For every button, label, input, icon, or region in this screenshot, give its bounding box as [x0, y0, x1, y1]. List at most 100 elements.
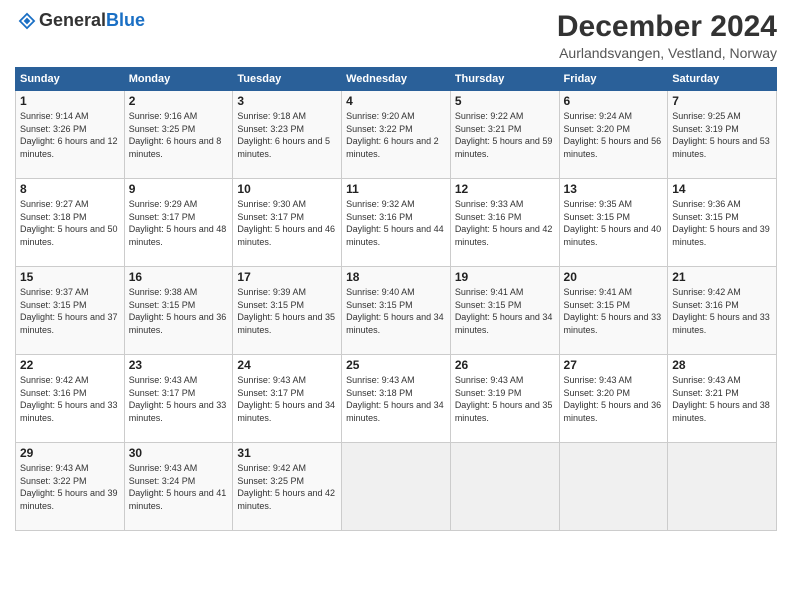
calendar-cell: 1 Sunrise: 9:14 AMSunset: 3:26 PMDaylight…	[16, 91, 125, 179]
day-detail: Sunrise: 9:43 AMSunset: 3:20 PMDaylight:…	[564, 374, 664, 424]
day-number: 29	[20, 446, 120, 460]
day-number: 17	[237, 270, 337, 284]
calendar-cell: 30Sunrise: 9:43 AMSunset: 3:24 PMDayligh…	[124, 443, 233, 531]
day-detail: Sunrise: 9:33 AMSunset: 3:16 PMDaylight:…	[455, 198, 555, 248]
day-detail: Sunrise: 9:43 AMSunset: 3:19 PMDaylight:…	[455, 374, 555, 424]
main-title: December 2024	[557, 10, 777, 43]
day-detail: Sunrise: 9:43 AMSunset: 3:24 PMDaylight:…	[129, 462, 229, 512]
day-number: 19	[455, 270, 555, 284]
calendar-cell: 20Sunrise: 9:41 AMSunset: 3:15 PMDayligh…	[559, 267, 668, 355]
day-detail: Sunrise: 9:32 AMSunset: 3:16 PMDaylight:…	[346, 198, 446, 248]
calendar-cell	[559, 443, 668, 531]
calendar-day-header: Thursday	[450, 68, 559, 91]
page: GeneralBlue December 2024 Aurlandsvangen…	[0, 0, 792, 612]
header: GeneralBlue December 2024 Aurlandsvangen…	[15, 10, 777, 61]
calendar-cell: 28Sunrise: 9:43 AMSunset: 3:21 PMDayligh…	[668, 355, 777, 443]
calendar-cell: 2 Sunrise: 9:16 AMSunset: 3:25 PMDaylight…	[124, 91, 233, 179]
calendar-cell: 24 Sunrise: 9:43 AMSunset: 3:17 PMDayligh…	[233, 355, 342, 443]
day-number: 2	[129, 94, 229, 108]
day-number: 23	[129, 358, 229, 372]
day-number: 14	[672, 182, 772, 196]
day-detail: Sunrise: 9:18 AMSunset: 3:23 PMDaylight:…	[237, 110, 337, 160]
calendar-cell: 7Sunrise: 9:25 AMSunset: 3:19 PMDaylight…	[668, 91, 777, 179]
calendar-table: SundayMondayTuesdayWednesdayThursdayFrid…	[15, 67, 777, 531]
day-number: 24	[237, 358, 337, 372]
calendar-cell: 17 Sunrise: 9:39 AMSunset: 3:15 PMDayligh…	[233, 267, 342, 355]
calendar-day-header: Saturday	[668, 68, 777, 91]
day-number: 4	[346, 94, 446, 108]
day-number: 1	[20, 94, 120, 108]
calendar-cell: 19 Sunrise: 9:41 AMSunset: 3:15 PMDayligh…	[450, 267, 559, 355]
day-detail: Sunrise: 9:24 AMSunset: 3:20 PMDaylight:…	[564, 110, 664, 160]
calendar-day-header: Sunday	[16, 68, 125, 91]
day-detail: Sunrise: 9:27 AMSunset: 3:18 PMDaylight:…	[20, 198, 120, 248]
day-number: 6	[564, 94, 664, 108]
day-detail: Sunrise: 9:42 AMSunset: 3:16 PMDaylight:…	[672, 286, 772, 336]
day-detail: Sunrise: 9:41 AMSunset: 3:15 PMDaylight:…	[455, 286, 555, 336]
day-detail: Sunrise: 9:36 AMSunset: 3:15 PMDaylight:…	[672, 198, 772, 248]
day-detail: Sunrise: 9:30 AMSunset: 3:17 PMDaylight:…	[237, 198, 337, 248]
day-detail: Sunrise: 9:22 AMSunset: 3:21 PMDaylight:…	[455, 110, 555, 160]
day-number: 16	[129, 270, 229, 284]
calendar-week-row: 22 Sunrise: 9:42 AMSunset: 3:16 PMDayligh…	[16, 355, 777, 443]
subtitle: Aurlandsvangen, Vestland, Norway	[557, 45, 777, 61]
calendar-cell: 3Sunrise: 9:18 AMSunset: 3:23 PMDaylight…	[233, 91, 342, 179]
calendar-cell: 29Sunrise: 9:43 AMSunset: 3:22 PMDayligh…	[16, 443, 125, 531]
title-block: December 2024 Aurlandsvangen, Vestland, …	[557, 10, 777, 61]
day-detail: Sunrise: 9:40 AMSunset: 3:15 PMDaylight:…	[346, 286, 446, 336]
calendar-cell: 11 Sunrise: 9:32 AMSunset: 3:16 PMDayligh…	[342, 179, 451, 267]
calendar-day-header: Tuesday	[233, 68, 342, 91]
day-number: 12	[455, 182, 555, 196]
day-detail: Sunrise: 9:43 AMSunset: 3:21 PMDaylight:…	[672, 374, 772, 424]
calendar-day-header: Wednesday	[342, 68, 451, 91]
day-detail: Sunrise: 9:29 AMSunset: 3:17 PMDaylight:…	[129, 198, 229, 248]
calendar-cell	[450, 443, 559, 531]
day-number: 11	[346, 182, 446, 196]
day-detail: Sunrise: 9:43 AMSunset: 3:18 PMDaylight:…	[346, 374, 446, 424]
day-detail: Sunrise: 9:43 AMSunset: 3:17 PMDaylight:…	[237, 374, 337, 424]
calendar-cell: 22 Sunrise: 9:42 AMSunset: 3:16 PMDayligh…	[16, 355, 125, 443]
calendar-cell	[342, 443, 451, 531]
calendar-cell: 21 Sunrise: 9:42 AMSunset: 3:16 PMDayligh…	[668, 267, 777, 355]
day-detail: Sunrise: 9:37 AMSunset: 3:15 PMDaylight:…	[20, 286, 120, 336]
calendar-week-row: 8Sunrise: 9:27 AMSunset: 3:18 PMDaylight…	[16, 179, 777, 267]
logo-icon	[17, 11, 37, 31]
calendar-cell: 27 Sunrise: 9:43 AMSunset: 3:20 PMDayligh…	[559, 355, 668, 443]
day-detail: Sunrise: 9:42 AMSunset: 3:25 PMDaylight:…	[237, 462, 337, 512]
calendar-cell: 10 Sunrise: 9:30 AMSunset: 3:17 PMDayligh…	[233, 179, 342, 267]
day-detail: Sunrise: 9:43 AMSunset: 3:17 PMDaylight:…	[129, 374, 229, 424]
calendar-cell: 4 Sunrise: 9:20 AMSunset: 3:22 PMDaylight…	[342, 91, 451, 179]
day-detail: Sunrise: 9:20 AMSunset: 3:22 PMDaylight:…	[346, 110, 446, 160]
day-number: 5	[455, 94, 555, 108]
day-number: 10	[237, 182, 337, 196]
calendar-cell: 31 Sunrise: 9:42 AMSunset: 3:25 PMDayligh…	[233, 443, 342, 531]
calendar-day-header: Monday	[124, 68, 233, 91]
day-number: 15	[20, 270, 120, 284]
day-detail: Sunrise: 9:16 AMSunset: 3:25 PMDaylight:…	[129, 110, 229, 160]
logo-text: GeneralBlue	[39, 10, 145, 31]
day-number: 27	[564, 358, 664, 372]
day-number: 18	[346, 270, 446, 284]
calendar-cell	[668, 443, 777, 531]
calendar-cell: 25 Sunrise: 9:43 AMSunset: 3:18 PMDayligh…	[342, 355, 451, 443]
calendar-cell: 16Sunrise: 9:38 AMSunset: 3:15 PMDayligh…	[124, 267, 233, 355]
day-detail: Sunrise: 9:14 AMSunset: 3:26 PMDaylight:…	[20, 110, 120, 160]
day-detail: Sunrise: 9:39 AMSunset: 3:15 PMDaylight:…	[237, 286, 337, 336]
calendar-cell: 5 Sunrise: 9:22 AMSunset: 3:21 PMDaylight…	[450, 91, 559, 179]
calendar-header-row: SundayMondayTuesdayWednesdayThursdayFrid…	[16, 68, 777, 91]
logo-blue: Blue	[106, 10, 145, 30]
calendar-cell: 13Sunrise: 9:35 AMSunset: 3:15 PMDayligh…	[559, 179, 668, 267]
day-detail: Sunrise: 9:35 AMSunset: 3:15 PMDaylight:…	[564, 198, 664, 248]
day-number: 22	[20, 358, 120, 372]
day-detail: Sunrise: 9:25 AMSunset: 3:19 PMDaylight:…	[672, 110, 772, 160]
day-number: 21	[672, 270, 772, 284]
calendar-day-header: Friday	[559, 68, 668, 91]
calendar-cell: 23 Sunrise: 9:43 AMSunset: 3:17 PMDayligh…	[124, 355, 233, 443]
day-number: 25	[346, 358, 446, 372]
day-detail: Sunrise: 9:41 AMSunset: 3:15 PMDaylight:…	[564, 286, 664, 336]
calendar-cell: 9Sunrise: 9:29 AMSunset: 3:17 PMDaylight…	[124, 179, 233, 267]
calendar-cell: 15 Sunrise: 9:37 AMSunset: 3:15 PMDayligh…	[16, 267, 125, 355]
day-detail: Sunrise: 9:42 AMSunset: 3:16 PMDaylight:…	[20, 374, 120, 424]
day-number: 31	[237, 446, 337, 460]
logo-general: General	[39, 10, 106, 30]
